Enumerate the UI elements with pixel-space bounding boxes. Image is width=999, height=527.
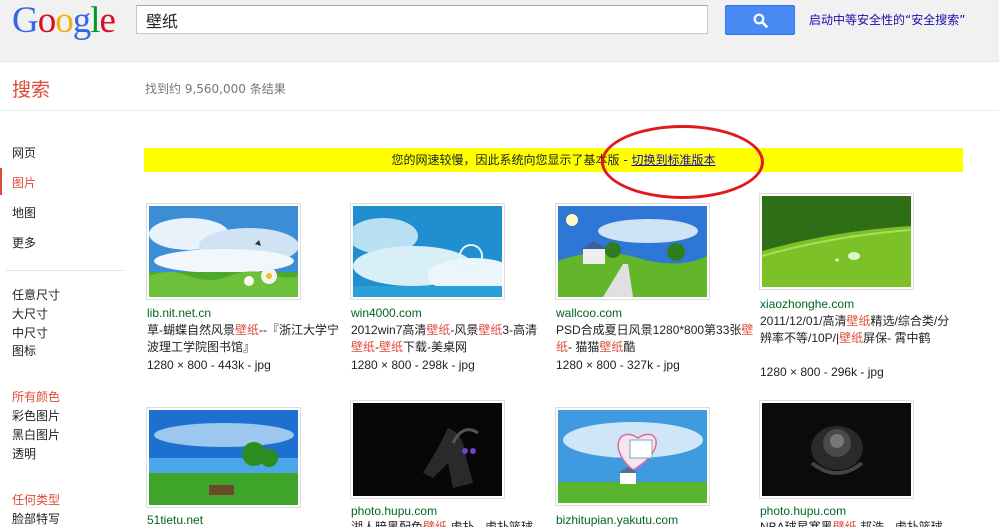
result-thumb-5[interactable] [146, 407, 301, 508]
result-title-6[interactable]: 湖人暗黑配色壁纸 虎扑 - 虎扑篮球 [351, 519, 549, 527]
color-full[interactable]: 彩色图片 [12, 407, 60, 424]
result-stats: 找到约 9,560,000 条结果 [145, 82, 286, 96]
query-highlight: 壁纸 [839, 331, 864, 345]
result-domain-6[interactable]: photo.hupu.com [351, 504, 437, 518]
result-title-4[interactable]: 2011/12/01/高清壁纸精选/综合类/分辨率不等/10P/|壁纸屏保- 霄… [760, 313, 958, 347]
query-highlight: 壁纸 [599, 340, 624, 354]
title-text: 2011/12/01/高清 [760, 314, 847, 328]
sidebar-item-web[interactable]: 网页 [12, 144, 36, 161]
search-icon [753, 13, 768, 28]
search-button[interactable] [725, 5, 795, 35]
result-title-2[interactable]: 2012win7高清壁纸-风景壁纸3-高清壁纸-壁纸下载-美桌网 [351, 322, 549, 356]
title-text: 2012win7高清 [351, 323, 427, 337]
active-indicator [0, 168, 2, 195]
result-meta-4: 1280 × 800 - 296k - jpg [760, 365, 884, 379]
color-transparent[interactable]: 透明 [12, 445, 36, 462]
google-logo[interactable]: Google [12, 0, 116, 41]
title-text: PSD合成夏日风景1280*800第33张 [556, 323, 742, 337]
result-thumb-6[interactable] [350, 400, 505, 499]
result-meta-2: 1280 × 800 - 298k - jpg [351, 358, 475, 372]
slow-connection-notice: 您的网速较慢，因此系统向您显示了基本版 - 切换到标准版本 [144, 148, 963, 172]
notice-text: 您的网速较慢，因此系统向您显示了基本版 - [391, 153, 632, 167]
query-highlight: 壁纸 [846, 314, 871, 328]
result-domain-7[interactable]: bizhitupian.yakutu.com [556, 513, 678, 527]
thumb-image-summer-landscape [558, 206, 707, 297]
size-any[interactable]: 任意尺寸 [12, 286, 60, 303]
result-thumb-1[interactable] [146, 203, 301, 300]
logo-letter: g [72, 0, 91, 41]
thumb-image-lake-trees [149, 410, 298, 505]
type-face[interactable]: 脸部特写 [12, 510, 60, 527]
result-thumb-7[interactable] [555, 407, 710, 506]
result-thumb-2[interactable] [350, 203, 505, 300]
search-input[interactable] [136, 5, 708, 34]
title-text: 湖人暗黑配色 [351, 520, 424, 527]
result-domain-4[interactable]: xiaozhonghe.com [760, 297, 854, 311]
search-heading: 搜索 [12, 79, 51, 101]
result-domain-8[interactable]: photo.hupu.com [760, 504, 846, 518]
thumb-image-dark-figure [353, 403, 502, 496]
logo-letter: o [37, 0, 56, 41]
query-highlight: 壁纸 [379, 340, 404, 354]
title-text: - 猫猫 [568, 340, 600, 354]
result-thumb-4[interactable] [759, 193, 914, 290]
result-meta-3: 1280 × 800 - 327k - jpg [556, 358, 680, 372]
query-highlight: 壁纸 [423, 520, 448, 527]
result-thumb-8[interactable] [759, 400, 914, 499]
result-domain-1[interactable]: lib.nit.net.cn [147, 306, 211, 320]
title-text: 3-高清 [502, 323, 538, 337]
annotation-ellipse [601, 125, 764, 199]
title-text: 邦浩 - 虎扑篮球 [856, 520, 943, 527]
results-header: 搜索 找到约 9,560,000 条结果 [0, 63, 999, 111]
title-text: -风景 [450, 323, 479, 337]
thumb-image-nba-dark [762, 403, 911, 496]
size-medium[interactable]: 中尺寸 [12, 324, 48, 341]
color-any[interactable]: 所有颜色 [12, 388, 60, 405]
logo-letter: G [12, 0, 39, 41]
thumb-image-butterfly-meadow [149, 206, 298, 297]
result-domain-2[interactable]: win4000.com [351, 306, 422, 320]
top-bar: Google 启动中等安全性的“安全搜索” [0, 0, 999, 62]
query-highlight: 壁纸 [351, 340, 376, 354]
title-text: 酷 [623, 340, 636, 354]
title-text: 虎扑 - 虎扑篮球 [447, 520, 534, 527]
sidebar-divider [6, 270, 124, 271]
thumb-image-heart-calendar [558, 410, 707, 503]
size-icon[interactable]: 图标 [12, 342, 36, 359]
result-domain-5[interactable]: 51tietu.net [147, 513, 203, 527]
query-highlight: 壁纸 [832, 520, 857, 527]
result-title-8[interactable]: NBA球星寒黑壁纸 邦浩 - 虎扑篮球 [760, 519, 958, 527]
type-any[interactable]: 任何类型 [12, 491, 60, 508]
title-text: NBA球星寒黑 [760, 520, 833, 527]
query-highlight: 壁纸 [478, 323, 503, 337]
safe-search-link[interactable]: 启动中等安全性的“安全搜索” [809, 11, 965, 28]
result-meta-1: 1280 × 800 - 443k - jpg [147, 358, 271, 372]
sidebar-item-maps[interactable]: 地图 [12, 204, 36, 221]
result-title-3[interactable]: PSD合成夏日风景1280*800第33张壁纸- 猫猫壁纸酷 [556, 322, 754, 356]
logo-letter: o [55, 0, 73, 41]
result-thumb-3[interactable] [555, 203, 710, 300]
logo-letter: l [90, 0, 100, 41]
logo-letter: e [99, 0, 116, 41]
size-large[interactable]: 大尺寸 [12, 305, 48, 322]
thumb-image-green-leaf [762, 196, 911, 287]
query-highlight: 壁纸 [426, 323, 451, 337]
title-text: 草-蝴蝶自然风景 [147, 323, 235, 337]
color-bw[interactable]: 黑白图片 [12, 426, 60, 443]
sidebar-item-more[interactable]: 更多 [12, 234, 36, 251]
sidebar-item-images[interactable]: 图片 [12, 174, 36, 191]
title-text: 下载-美桌网 [403, 340, 468, 354]
thumb-image-sky-clouds [353, 206, 502, 297]
query-highlight: 壁纸 [235, 323, 260, 337]
result-title-1[interactable]: 草-蝴蝶自然风景壁纸--『浙江大学宁波理工学院图书馆』 [147, 322, 345, 356]
title-text: 屏保- 霄中鹤 [863, 331, 931, 345]
result-domain-3[interactable]: wallcoo.com [556, 306, 622, 320]
